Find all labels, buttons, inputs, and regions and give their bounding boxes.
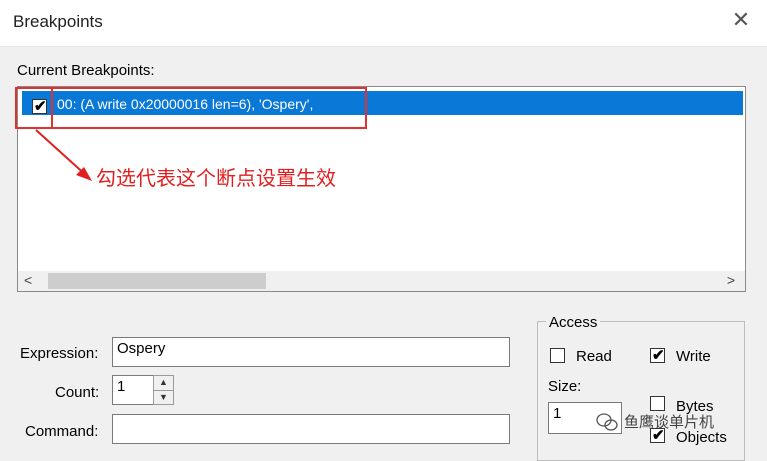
highlight-box-row	[15, 87, 367, 129]
annotation-text: 勾选代表这个断点设置生效	[96, 166, 336, 190]
expression-field[interactable]: Ospery	[112, 337, 510, 367]
highlight-box-checkbox	[15, 87, 53, 129]
wechat-icon	[596, 413, 618, 431]
read-checkbox[interactable]	[550, 348, 565, 363]
horizontal-scrollbar[interactable]: < >	[18, 271, 745, 291]
scroll-thumb[interactable]	[48, 273, 266, 289]
close-icon[interactable]: ✕	[731, 9, 751, 31]
command-label: Command:	[25, 423, 99, 440]
watermark-text: 鱼鹰谈单片机	[624, 414, 715, 431]
count-field[interactable]: 1	[112, 375, 154, 405]
command-field[interactable]	[112, 414, 510, 444]
count-label: Count:	[55, 384, 100, 401]
size-label: Size:	[548, 378, 582, 395]
scroll-left-icon[interactable]: <	[24, 272, 32, 288]
write-checkbox[interactable]: ✔	[650, 347, 665, 364]
window-title: Breakpoints	[13, 12, 103, 31]
write-label: Write	[676, 348, 711, 365]
access-group-title: Access	[546, 314, 601, 331]
expression-label: Expression:	[20, 345, 99, 362]
stepper-up-icon[interactable]: ▲	[154, 376, 173, 391]
read-label: Read	[576, 348, 612, 365]
bytes-checkbox[interactable]	[650, 396, 665, 411]
scroll-right-icon[interactable]: >	[727, 272, 735, 288]
stepper-down-icon[interactable]: ▼	[154, 391, 173, 405]
breakpoints-list-label: Current Breakpoints:	[17, 62, 155, 79]
annotation-arrow-icon	[35, 129, 92, 181]
count-stepper[interactable]: ▲ ▼	[153, 375, 174, 405]
title-bar: Breakpoints ✕	[0, 0, 767, 47]
